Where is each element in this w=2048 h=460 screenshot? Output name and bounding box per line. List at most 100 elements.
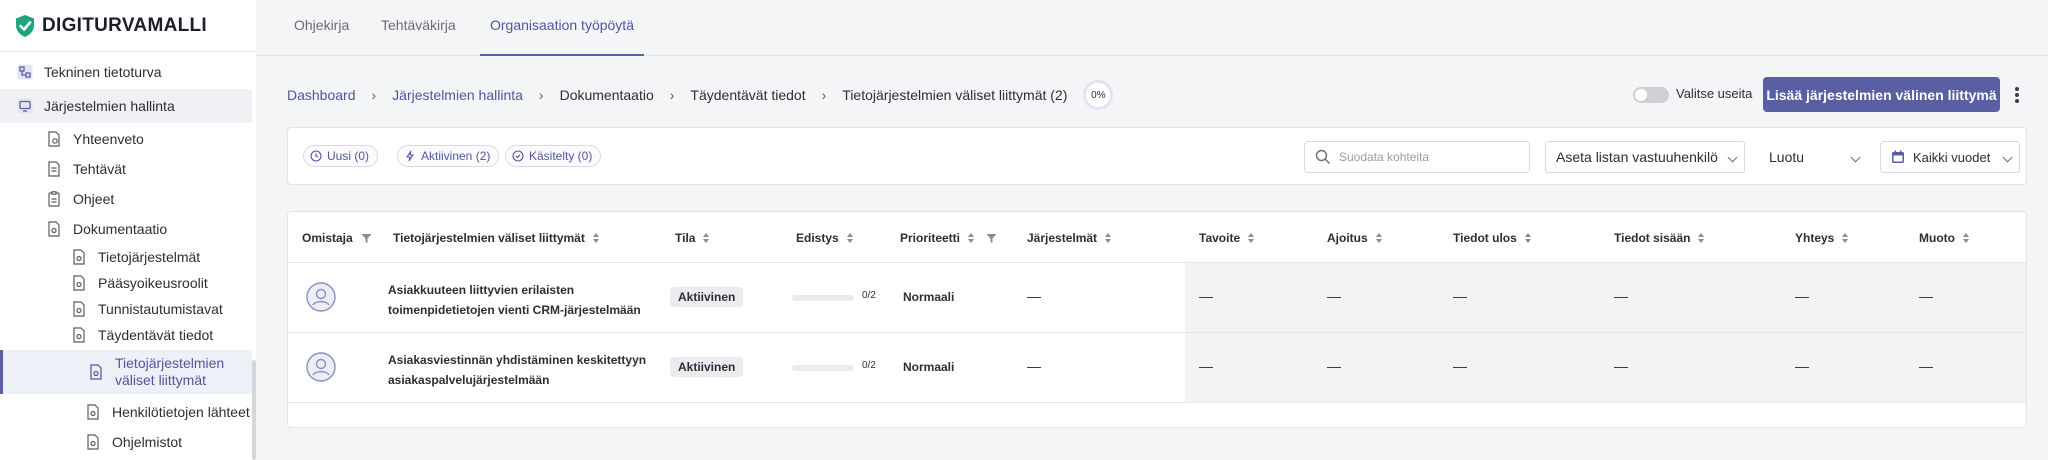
app-logo[interactable]: DIGITURVAMALLI bbox=[0, 0, 256, 52]
priority-value: Normaali bbox=[903, 360, 955, 374]
sort-select[interactable]: Luotu bbox=[1758, 141, 1868, 173]
format-value: — bbox=[1919, 358, 1933, 374]
sidebar-item-ohjeet[interactable]: Ohjeet bbox=[0, 184, 252, 214]
document-gear-icon bbox=[73, 301, 85, 317]
filter-chip-uusi[interactable]: Uusi (0) bbox=[303, 145, 379, 167]
connection-value: — bbox=[1795, 288, 1809, 304]
sidebar-item-dokumentaatio[interactable]: Dokumentaatio bbox=[0, 214, 252, 244]
goal-value: — bbox=[1199, 288, 1213, 304]
breadcrumb-dokumentaatio[interactable]: Dokumentaatio bbox=[560, 87, 654, 103]
sidebar-item-taydentavat-tiedot[interactable]: Täydentävät tiedot bbox=[0, 322, 252, 348]
sidebar-item-label: Ohjelmistot bbox=[112, 434, 183, 450]
sidebar-item-henkilotietojen-lahteet[interactable]: Henkilötietojen lähteet bbox=[0, 398, 252, 426]
column-header-tila[interactable]: Tila bbox=[675, 230, 710, 246]
tab-organisaation-tyopoyta[interactable]: Organisaation työpöytä bbox=[480, 0, 644, 56]
sidebar-item-paasyoikeusroolit[interactable]: Pääsyoikeusroolit bbox=[0, 270, 252, 296]
tab-tehtavakirja[interactable]: Tehtäväkirja bbox=[371, 0, 466, 56]
sort-icon bbox=[1698, 233, 1705, 243]
multi-select-toggle[interactable] bbox=[1633, 87, 1669, 103]
connection-value: — bbox=[1795, 358, 1809, 374]
sidebar: DIGITURVAMALLI Tekninen tietoturva Järje… bbox=[0, 0, 256, 460]
column-header-label: Ajoitus bbox=[1327, 231, 1368, 245]
sidebar-item-label: Yhteenveto bbox=[73, 131, 144, 147]
sort-icon bbox=[1248, 233, 1255, 243]
more-options-icon[interactable] bbox=[2012, 84, 2022, 106]
column-header-prioriteetti[interactable]: Prioriteetti bbox=[900, 230, 997, 246]
sort-icon bbox=[592, 233, 599, 243]
sidebar-item-jarjestelmien-hallinta[interactable]: Järjestelmien hallinta bbox=[0, 89, 252, 123]
systems-value: — bbox=[1027, 288, 1041, 304]
sidebar-item-tekninen-tietoturva[interactable]: Tekninen tietoturva bbox=[0, 55, 252, 89]
sidebar-item-tietojarjestelmat[interactable]: Tietojärjestelmät bbox=[0, 244, 252, 270]
status-badge: Aktiivinen bbox=[670, 287, 744, 307]
search-field[interactable] bbox=[1304, 141, 1530, 173]
sidebar-item-ohjelmistot[interactable]: Ohjelmistot bbox=[0, 428, 252, 456]
data-in-value: — bbox=[1614, 358, 1628, 374]
monitor-icon bbox=[17, 98, 33, 114]
column-header-label: Yhteys bbox=[1795, 231, 1835, 245]
progress-bar bbox=[792, 365, 854, 371]
document-gear-icon bbox=[73, 249, 85, 265]
sidebar-item-label: Tietojärjestelmät bbox=[98, 249, 201, 265]
year-select[interactable]: Kaikki vuodet bbox=[1880, 141, 2020, 173]
sidebar-item-yhteenveto[interactable]: Yhteenveto bbox=[0, 124, 252, 154]
breadcrumb: Dashboard › Järjestelmien hallinta › Dok… bbox=[287, 80, 1114, 110]
interface-name[interactable]: Asiakkuuteen liittyvien erilaisten toime… bbox=[388, 280, 658, 320]
column-header-label: Tavoite bbox=[1199, 231, 1241, 245]
table-row[interactable]: Asiakkuuteen liittyvien erilaisten toime… bbox=[288, 262, 2026, 332]
document-list-icon bbox=[48, 161, 60, 177]
avatar-icon[interactable] bbox=[306, 282, 336, 312]
sidebar-item-label: Henkilötietojen lähteet bbox=[112, 404, 250, 420]
chevron-right-icon: › bbox=[821, 87, 827, 103]
sidebar-item-tehtavat[interactable]: Tehtävät bbox=[0, 154, 252, 184]
tab-ohjekirja[interactable]: Ohjekirja bbox=[284, 0, 359, 56]
document-gear-icon bbox=[87, 434, 99, 450]
clock-icon bbox=[310, 150, 322, 162]
table-row[interactable]: Asiakasviestinnän yhdistäminen keskitett… bbox=[288, 332, 2026, 402]
column-header-tiedot-sisaan[interactable]: Tiedot sisään bbox=[1614, 230, 1705, 246]
document-gear-icon bbox=[87, 404, 99, 420]
column-header-muoto[interactable]: Muoto bbox=[1919, 230, 1969, 246]
sidebar-scrollbar[interactable] bbox=[252, 360, 256, 460]
column-header-tiedot-ulos[interactable]: Tiedot ulos bbox=[1453, 230, 1531, 246]
avatar-icon[interactable] bbox=[306, 352, 336, 382]
chevron-right-icon: › bbox=[538, 87, 544, 103]
chevron-down-icon bbox=[1727, 152, 1738, 163]
breadcrumb-taydentavat-tiedot[interactable]: Täydentävät tiedot bbox=[690, 87, 805, 103]
owner-select-value: Aseta listan vastuuhenkilö bbox=[1556, 149, 1718, 165]
document-search-icon bbox=[48, 131, 60, 147]
filter-bar: Uusi (0) Aktiivinen (2) Käsitelty (0) As… bbox=[287, 127, 2027, 185]
column-header-liittymat[interactable]: Tietojärjestelmien väliset liittymät bbox=[393, 230, 599, 246]
sidebar-item-label: Tietojärjestelmien väliset liittymät bbox=[115, 355, 225, 388]
add-interface-button[interactable]: Lisää järjestelmien välinen liittymä bbox=[1763, 77, 2000, 112]
filter-chip-aktiivinen[interactable]: Aktiivinen (2) bbox=[397, 145, 500, 167]
filter-icon[interactable] bbox=[986, 233, 997, 244]
column-header-jarjestelmat[interactable]: Järjestelmät bbox=[1027, 230, 1112, 246]
sort-icon bbox=[1962, 233, 1969, 243]
format-value: — bbox=[1919, 288, 1933, 304]
interface-name[interactable]: Asiakasviestinnän yhdistäminen keskitett… bbox=[388, 350, 658, 390]
chevron-down-icon bbox=[1850, 152, 1861, 163]
owner-select[interactable]: Aseta listan vastuuhenkilö bbox=[1545, 141, 1745, 173]
column-header-label: Tiedot ulos bbox=[1453, 231, 1517, 245]
search-input[interactable] bbox=[1339, 150, 1519, 164]
column-header-yhteys[interactable]: Yhteys bbox=[1795, 230, 1849, 246]
priority-value: Normaali bbox=[903, 290, 955, 304]
systems-value: — bbox=[1027, 358, 1041, 374]
filter-icon[interactable] bbox=[361, 233, 372, 244]
column-header-omistaja[interactable]: Omistaja bbox=[302, 230, 372, 246]
bolt-icon bbox=[406, 150, 414, 162]
filter-chip-kasitelty[interactable]: Käsitelty (0) bbox=[505, 145, 602, 167]
breadcrumb-dashboard[interactable]: Dashboard bbox=[287, 87, 356, 103]
column-header-ajoitus[interactable]: Ajoitus bbox=[1327, 230, 1382, 246]
data-out-value: — bbox=[1453, 358, 1467, 374]
column-header-tavoite[interactable]: Tavoite bbox=[1199, 230, 1255, 246]
sidebar-item-tietojarjestelmien-valiset-liittymat[interactable]: Tietojärjestelmien väliset liittymät bbox=[0, 350, 252, 394]
progress-bar bbox=[792, 295, 854, 301]
sidebar-item-label: Pääsyoikeusroolit bbox=[98, 275, 208, 291]
network-icon bbox=[17, 64, 33, 80]
column-header-edistys[interactable]: Edistys bbox=[796, 230, 853, 246]
row-divider bbox=[288, 402, 2026, 403]
sidebar-item-tunnistautumistavat[interactable]: Tunnistautumistavat bbox=[0, 296, 252, 322]
breadcrumb-jarjestelmien-hallinta[interactable]: Järjestelmien hallinta bbox=[392, 87, 523, 103]
